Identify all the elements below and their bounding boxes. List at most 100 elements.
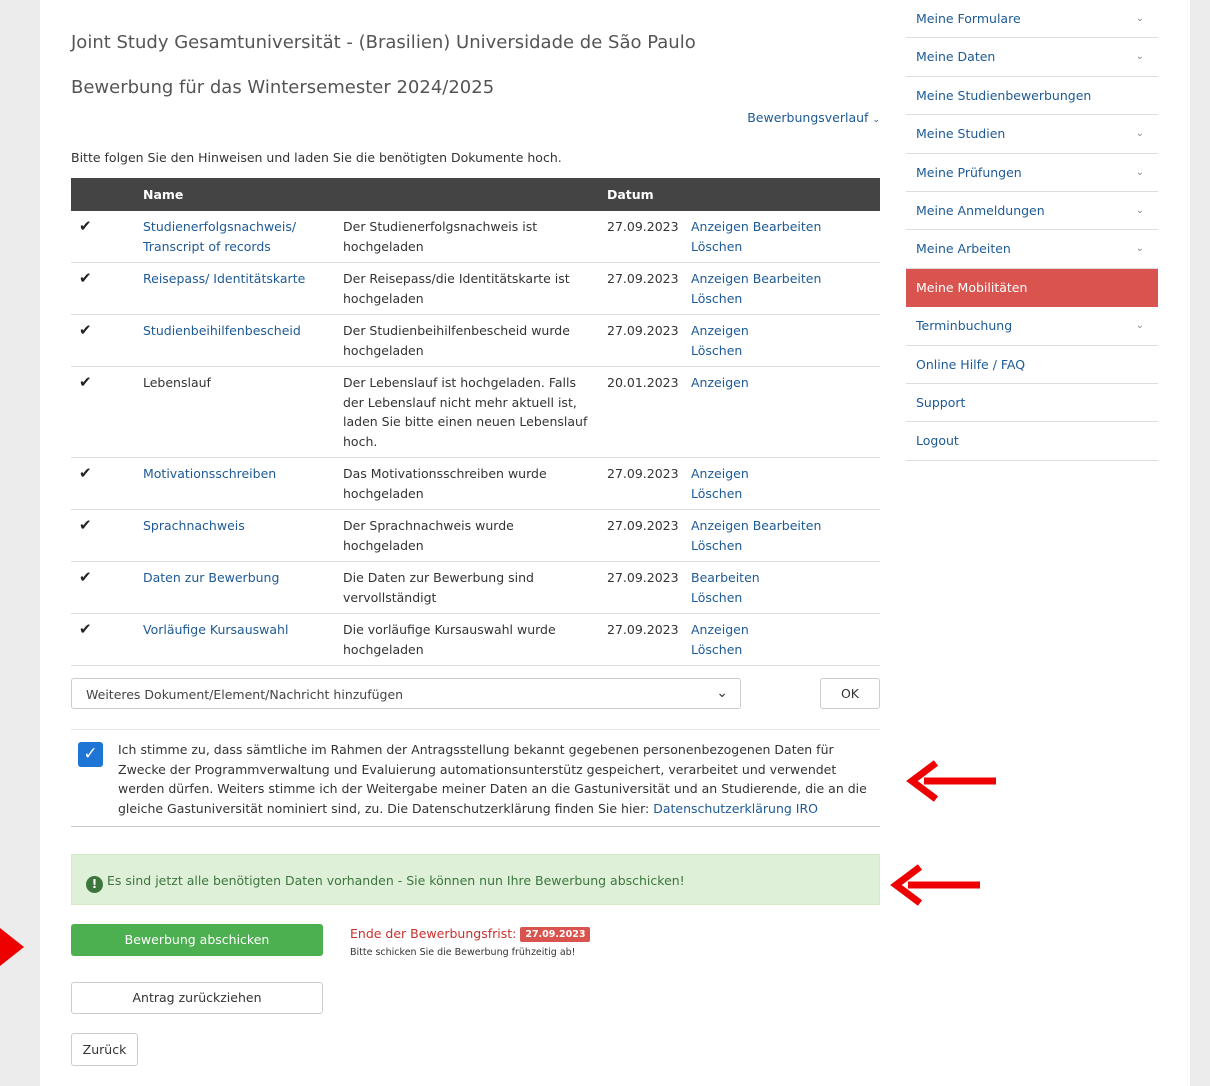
delete-link[interactable]: Löschen bbox=[691, 642, 742, 657]
page-container: Joint Study Gesamtuniversität - (Brasili… bbox=[40, 0, 1190, 1086]
document-description: Die Daten zur Bewerbung sind vervollstän… bbox=[343, 561, 607, 614]
document-description: Der Reisepass/die Identitätskarte ist ho… bbox=[343, 262, 607, 315]
document-date: 20.01.2023 bbox=[607, 366, 691, 458]
add-document-select-value: Weiteres Dokument/Element/Nachricht hinz… bbox=[86, 687, 404, 702]
chevron-down-icon: ⌄ bbox=[1135, 243, 1144, 255]
page-title: Joint Study Gesamtuniversität - (Brasili… bbox=[71, 32, 696, 53]
sidebar-item-label: Meine Formulare bbox=[916, 11, 1021, 26]
sidebar-item-label: Terminbuchung bbox=[916, 318, 1013, 334]
document-name[interactable]: Motivationsschreiben bbox=[143, 466, 276, 481]
document-date: 27.09.2023 bbox=[607, 457, 691, 510]
document-date: 27.09.2023 bbox=[607, 509, 691, 562]
document-date: 27.09.2023 bbox=[607, 613, 691, 666]
chevron-down-icon: ⌄ bbox=[716, 685, 728, 701]
deadline-info: Ende der Bewerbungsfrist: 27.09.2023 bbox=[350, 926, 591, 942]
edit-link[interactable]: Bearbeiten bbox=[753, 271, 822, 286]
delete-link[interactable]: Löschen bbox=[691, 343, 742, 358]
chevron-down-icon: ⌄ bbox=[872, 115, 880, 125]
sidebar-item-meine-arbeiten[interactable]: Meine Arbeiten ⌄ bbox=[906, 230, 1158, 269]
delete-link[interactable]: Löschen bbox=[691, 486, 742, 501]
document-name[interactable]: Studienbeihilfenbescheid bbox=[143, 323, 301, 338]
checkmark-icon: ✔ bbox=[79, 373, 92, 391]
delete-link[interactable]: Löschen bbox=[691, 291, 742, 306]
sidebar-item-meine-daten[interactable]: Meine Daten ⌄ bbox=[906, 38, 1158, 77]
document-description: Das Motivationsschreiben wurde hochgelad… bbox=[343, 457, 607, 510]
checkmark-icon: ✔ bbox=[79, 464, 92, 482]
sidebar-item-label: Meine Arbeiten bbox=[916, 241, 1011, 257]
view-link[interactable]: Anzeigen bbox=[691, 622, 749, 637]
arrow-left-annotation bbox=[890, 864, 980, 906]
view-link[interactable]: Anzeigen bbox=[691, 466, 749, 481]
sidebar-item-terminbuchung[interactable]: Terminbuchung ⌄ bbox=[906, 307, 1158, 346]
chevron-down-icon: ⌄ bbox=[1135, 13, 1144, 24]
column-header-name: Name bbox=[143, 187, 184, 202]
sidebar-item-meine-prüfungen[interactable]: Meine Prüfungen ⌄ bbox=[906, 154, 1158, 192]
sidebar-item-meine-anmeldungen[interactable]: Meine Anmeldungen ⌄ bbox=[906, 192, 1158, 231]
sidebar-item-label: Support bbox=[916, 394, 966, 410]
sidebar-item-label: Logout bbox=[916, 433, 959, 449]
privacy-policy-link[interactable]: Datenschutzerklärung IRO bbox=[653, 801, 818, 816]
table-row: ✔ Studienbeihilfenbescheid Der Studienbe… bbox=[71, 314, 880, 367]
table-row: ✔ Sprachnachweis Der Sprachnachweis wurd… bbox=[71, 509, 880, 562]
sidebar-item-meine-studienbewerbungen[interactable]: Meine Studienbewerbungen bbox=[906, 77, 1158, 116]
deadline-note: Bitte schicken Sie die Bewerbung frühzei… bbox=[350, 947, 576, 958]
consent-checkbox[interactable]: ✓ bbox=[78, 742, 103, 767]
add-document-row: Weiteres Dokument/Element/Nachricht hinz… bbox=[71, 678, 880, 709]
checkmark-icon: ✔ bbox=[79, 321, 92, 339]
exclamation-icon: ! bbox=[86, 876, 103, 893]
document-name[interactable]: Sprachnachweis bbox=[143, 518, 245, 533]
view-link[interactable]: Anzeigen bbox=[691, 219, 749, 234]
back-button[interactable]: Zurück bbox=[71, 1033, 138, 1066]
table-row: ✔ Reisepass/ Identitätskarte Der Reisepa… bbox=[71, 262, 880, 315]
view-link[interactable]: Anzeigen bbox=[691, 518, 749, 533]
deadline-label: Ende der Bewerbungsfrist: bbox=[350, 926, 517, 941]
view-link[interactable]: Anzeigen bbox=[691, 271, 749, 286]
checkmark-icon: ✔ bbox=[79, 217, 92, 235]
checkmark-icon: ✔ bbox=[79, 620, 92, 638]
checkmark-icon: ✔ bbox=[79, 516, 92, 534]
table-header: Name Datum bbox=[71, 178, 880, 211]
document-description: Der Studienerfolgsnachweis ist hochgelad… bbox=[343, 211, 607, 263]
table-row: ✔ Studienerfolgsnachweis/ Transcript of … bbox=[71, 211, 880, 263]
delete-link[interactable]: Löschen bbox=[691, 239, 742, 254]
sidebar-item-label: Meine Anmeldungen bbox=[916, 202, 1045, 218]
table-row: ✔ Motivationsschreiben Das Motivationssc… bbox=[71, 457, 880, 510]
delete-link[interactable]: Löschen bbox=[691, 590, 742, 605]
success-alert: ! Es sind jetzt alle benötigten Daten vor… bbox=[71, 854, 880, 905]
sidebar-item-label: Online Hilfe / FAQ bbox=[916, 356, 1026, 372]
document-name[interactable]: Daten zur Bewerbung bbox=[143, 570, 279, 585]
chevron-down-icon: ⌄ bbox=[1135, 204, 1144, 216]
edit-link[interactable]: Bearbeiten bbox=[753, 219, 822, 234]
edit-link[interactable]: Bearbeiten bbox=[691, 570, 760, 585]
submit-application-button[interactable]: Bewerbung abschicken bbox=[71, 924, 323, 956]
withdraw-application-button[interactable]: Antrag zurückziehen bbox=[71, 982, 323, 1014]
sidebar-item-meine-mobilitäten[interactable]: Meine Mobilitäten bbox=[906, 268, 1158, 308]
add-document-select[interactable]: Weiteres Dokument/Element/Nachricht hinz… bbox=[71, 678, 741, 709]
document-name[interactable]: Vorläufige Kursauswahl bbox=[143, 622, 288, 637]
view-link[interactable]: Anzeigen bbox=[691, 323, 749, 338]
history-link[interactable]: Bewerbungsverlauf ⌄ bbox=[747, 110, 880, 125]
sidebar-item-label: Meine Daten bbox=[916, 49, 996, 65]
deadline-badge: 27.09.2023 bbox=[520, 927, 591, 942]
table-row: ✔ Vorläufige Kursauswahl Die vorläufige … bbox=[71, 613, 880, 666]
consent-section: ✓ Ich stimme zu, dass sämtliche im Rahme… bbox=[71, 729, 880, 827]
instruction-text: Bitte folgen Sie den Hinweisen und laden… bbox=[71, 150, 562, 165]
sidebar-item-logout[interactable]: Logout bbox=[906, 422, 1158, 461]
sidebar-item-online-hilfe-faq[interactable]: Online Hilfe / FAQ bbox=[906, 346, 1158, 384]
sidebar-item-meine-studien[interactable]: Meine Studien ⌄ bbox=[906, 115, 1158, 154]
ok-button[interactable]: OK bbox=[820, 678, 880, 709]
sidebar-item-meine-formulare[interactable]: Meine Formulare ⌄ bbox=[906, 0, 1158, 39]
view-link[interactable]: Anzeigen bbox=[691, 375, 749, 390]
arrow-right-annotation bbox=[0, 928, 24, 966]
sidebar-item-support[interactable]: Support bbox=[906, 384, 1158, 423]
edit-link[interactable]: Bearbeiten bbox=[753, 518, 822, 533]
document-name[interactable]: Reisepass/ Identitätskarte bbox=[143, 271, 305, 286]
success-alert-text: Es sind jetzt alle benötigten Daten vorh… bbox=[107, 873, 685, 888]
document-name[interactable]: Studienerfolgsnachweis/ Transcript of re… bbox=[143, 219, 296, 254]
arrow-left-annotation bbox=[906, 760, 996, 802]
history-link-label: Bewerbungsverlauf bbox=[747, 110, 869, 125]
document-date: 27.09.2023 bbox=[607, 561, 691, 614]
document-name: Lebenslauf bbox=[143, 375, 211, 390]
delete-link[interactable]: Löschen bbox=[691, 538, 742, 553]
sidebar-nav: Meine Formulare ⌄ Meine Daten ⌄ Meine Studie… bbox=[906, 0, 1158, 461]
